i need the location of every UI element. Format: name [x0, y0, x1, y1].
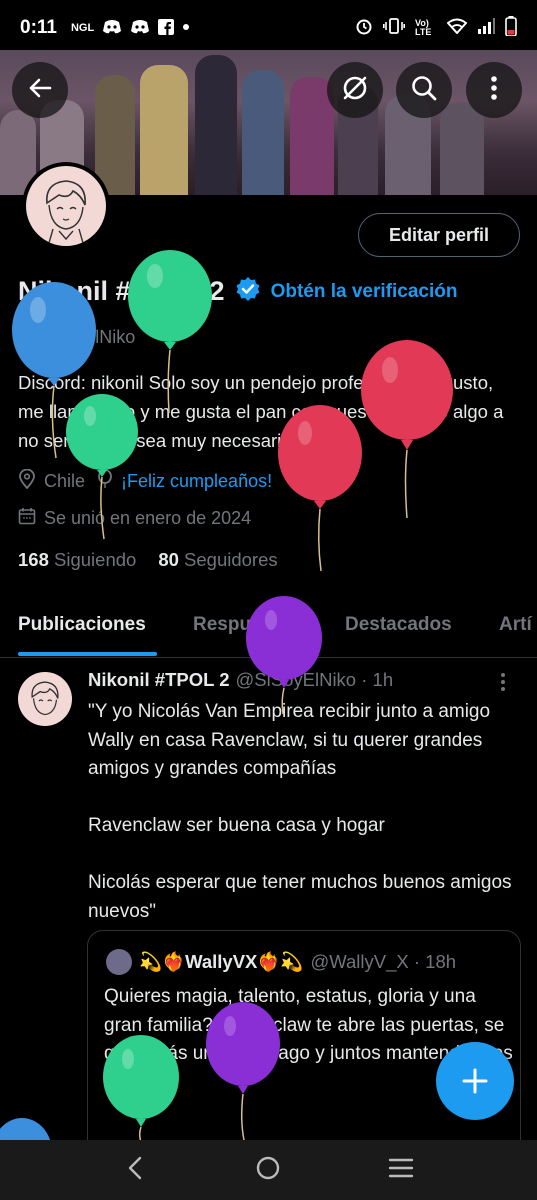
- recents-nav-icon[interactable]: [388, 1157, 414, 1184]
- verified-badge-icon: [235, 276, 261, 307]
- search-button[interactable]: [396, 62, 452, 118]
- balloon-green: [66, 394, 138, 540]
- location-pin-icon: [18, 468, 36, 494]
- followers-label: Seguidores: [184, 549, 278, 570]
- quote-header: 💫❤️‍🔥WallyVX❤️‍🔥💫 @WallyV_X · 18h: [106, 949, 456, 975]
- search-icon: [409, 73, 439, 108]
- follow-stats: 168 Siguiendo 80 Seguidores: [18, 549, 278, 571]
- discord-icon: [130, 19, 150, 38]
- alarm-icon: [355, 17, 373, 39]
- mute-button[interactable]: [327, 62, 383, 118]
- more-vertical-icon: [490, 75, 498, 106]
- home-nav-icon[interactable]: [255, 1155, 281, 1186]
- status-right-icons: Vo) LTE: [355, 16, 517, 40]
- banner-figure: [242, 70, 284, 195]
- post-avatar[interactable]: [18, 672, 72, 726]
- tab-destacados[interactable]: Destacados: [345, 614, 452, 636]
- more-options-button[interactable]: [466, 62, 522, 118]
- post-text: "Y yo Nicolás Van Empirea recibir junto …: [88, 701, 512, 922]
- vibrate-icon: [383, 18, 405, 38]
- banner-figure: [140, 65, 188, 195]
- get-verified-link[interactable]: Obtén la verificación: [271, 281, 458, 303]
- balloon-green: [128, 250, 212, 414]
- balloon-purple: [206, 1002, 280, 1141]
- balloon-red: [361, 340, 453, 519]
- post-header: Nikonil #TPOL 2 @SiSoyElNiko · 1h: [88, 669, 393, 691]
- plus-icon: [462, 1068, 488, 1094]
- post-more-button[interactable]: [500, 672, 506, 692]
- compose-button[interactable]: [436, 1042, 514, 1120]
- more-vertical-icon: [501, 673, 505, 691]
- following-link[interactable]: 168 Siguiendo: [18, 549, 136, 571]
- avatar-drawing: [26, 166, 106, 246]
- back-button[interactable]: [12, 62, 68, 118]
- quote-author: 💫❤️‍🔥WallyVX❤️‍🔥💫: [139, 951, 304, 972]
- arrow-left-icon: [26, 74, 54, 107]
- following-label: Siguiendo: [54, 549, 137, 570]
- status-time: 0:11: [20, 17, 57, 38]
- wifi-icon: [446, 18, 468, 38]
- profile-meta-row: Chile ¡Feliz cumpleaños!: [18, 468, 273, 494]
- banner-figure: [440, 103, 484, 195]
- system-nav-bar: [0, 1140, 537, 1200]
- facebook-icon: [158, 18, 175, 38]
- calendar-icon: [18, 507, 36, 530]
- post-author[interactable]: Nikonil #TPOL 2: [88, 669, 230, 691]
- volte-icon: Vo) LTE: [415, 18, 432, 37]
- status-left-icons: NGL: [70, 18, 190, 38]
- battery-icon: [505, 16, 517, 40]
- tab-articulos[interactable]: Artí: [499, 614, 532, 636]
- active-tab-indicator: [18, 652, 157, 656]
- dot-icon: [182, 22, 190, 34]
- ngl-icon: NGL: [70, 22, 95, 34]
- discord-icon: [102, 19, 122, 38]
- followers-count: 80: [158, 549, 179, 570]
- banner-figure: [95, 75, 135, 195]
- balloon-green: [103, 1035, 179, 1145]
- balloon-purple: [246, 596, 322, 715]
- status-bar: 0:11 NGL Vo) LTE: [0, 0, 537, 56]
- quote-avatar: [106, 949, 132, 975]
- balloon-red: [278, 405, 362, 572]
- birthday-text: ¡Feliz cumpleaños!: [121, 471, 273, 491]
- signal-icon: [477, 18, 495, 38]
- edit-profile-button[interactable]: Editar perfil: [358, 213, 520, 257]
- tab-publicaciones[interactable]: Publicaciones: [18, 614, 146, 636]
- profile-avatar[interactable]: [22, 162, 110, 250]
- banner-figure: [195, 55, 237, 195]
- followers-link[interactable]: 80 Seguidores: [158, 549, 277, 571]
- slash-circle-icon: [340, 73, 370, 108]
- quote-meta: @WallyV_X · 18h: [310, 951, 457, 972]
- following-count: 168: [18, 549, 49, 570]
- balloon-blue: [0, 1118, 51, 1142]
- back-nav-icon[interactable]: [124, 1155, 148, 1186]
